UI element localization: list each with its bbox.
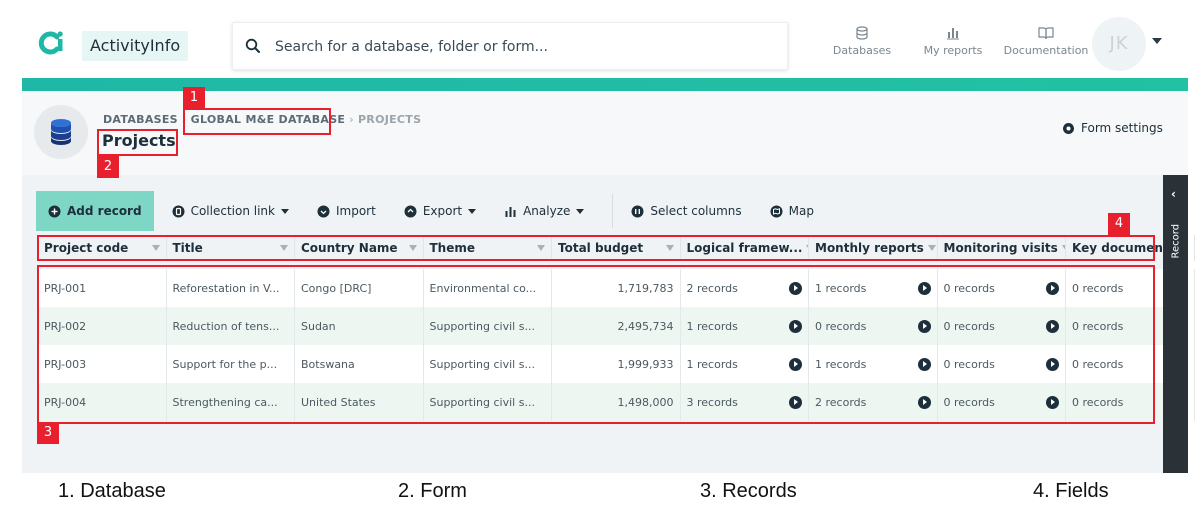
form-settings-label: Form settings bbox=[1081, 121, 1163, 135]
annotation-tag-2: 2 bbox=[97, 156, 119, 178]
chevron-down-icon bbox=[280, 208, 289, 214]
user-avatar[interactable]: JK bbox=[1092, 17, 1146, 71]
chevron-left-icon[interactable]: ‹ bbox=[1171, 187, 1176, 201]
select-columns-button[interactable]: Select columns bbox=[631, 204, 742, 218]
analyze-label: Analyze bbox=[523, 204, 571, 218]
columns-icon bbox=[631, 205, 644, 217]
map-icon bbox=[770, 205, 783, 217]
nav-databases-label: Databases bbox=[832, 44, 892, 57]
plus-circle-icon bbox=[48, 205, 61, 217]
export-button[interactable]: Export bbox=[404, 204, 477, 218]
add-record-button[interactable]: Add record bbox=[36, 191, 154, 231]
caption-database: 1. Database bbox=[58, 480, 166, 502]
search-input[interactable] bbox=[275, 35, 775, 59]
collection-link-button[interactable]: Collection link bbox=[172, 204, 289, 218]
annotation-box-records bbox=[37, 265, 1155, 424]
breadcrumb-databases[interactable]: DATABASES bbox=[103, 113, 178, 126]
form-settings-button[interactable]: Form settings bbox=[1062, 121, 1163, 135]
caption-fields: 4. Fields bbox=[1033, 480, 1109, 502]
export-label: Export bbox=[422, 204, 463, 218]
map-label: Map bbox=[788, 204, 814, 218]
bar-chart-icon bbox=[505, 206, 516, 217]
annotation-box-database bbox=[183, 108, 331, 135]
analyze-button[interactable]: Analyze bbox=[504, 204, 585, 218]
annotation-box-form bbox=[97, 129, 178, 156]
record-side-panel[interactable]: ‹ Record bbox=[1163, 175, 1188, 473]
link-icon bbox=[172, 205, 185, 217]
add-record-label: Add record bbox=[67, 204, 142, 218]
breadcrumb-projects: PROJECTS bbox=[357, 113, 422, 126]
map-button[interactable]: Map bbox=[770, 204, 814, 218]
nav-documentation-label: Documentation bbox=[1003, 44, 1089, 57]
annotation-box-fields bbox=[37, 235, 1155, 261]
database-stack-icon bbox=[51, 119, 71, 145]
annotation-tag-4: 4 bbox=[1108, 213, 1130, 235]
nav-my-reports[interactable]: My reports bbox=[917, 26, 989, 57]
chevron-down-icon bbox=[576, 208, 585, 214]
import-icon bbox=[317, 205, 330, 217]
search-bar[interactable] bbox=[232, 22, 788, 70]
breadcrumb-separator-icon: › bbox=[349, 113, 354, 126]
database-icon bbox=[856, 26, 868, 40]
annotation-tag-1: 1 bbox=[183, 87, 205, 109]
record-panel-label: Record bbox=[1170, 223, 1182, 259]
chevron-down-icon bbox=[468, 208, 477, 214]
toolbar-divider bbox=[612, 194, 614, 228]
select-columns-label: Select columns bbox=[650, 204, 742, 218]
gear-icon bbox=[1063, 122, 1074, 134]
import-label: Import bbox=[335, 204, 376, 218]
bar-chart-icon bbox=[947, 28, 959, 40]
brand-name[interactable]: ActivityInfo bbox=[82, 31, 189, 61]
nav-documentation[interactable]: Documentation bbox=[1000, 26, 1092, 57]
search-icon bbox=[245, 38, 260, 53]
book-icon bbox=[1038, 27, 1054, 40]
export-icon bbox=[404, 205, 417, 217]
import-button[interactable]: Import bbox=[317, 204, 376, 218]
caption-form: 2. Form bbox=[398, 480, 467, 502]
nav-databases[interactable]: Databases bbox=[827, 26, 897, 57]
nav-my-reports-label: My reports bbox=[923, 44, 983, 57]
annotation-captions: 1. Database 2. Form 3. Records 4. Fields bbox=[0, 478, 1203, 508]
activityinfo-logo-icon[interactable] bbox=[36, 28, 66, 58]
annotation-tag-3: 3 bbox=[37, 422, 59, 444]
database-avatar bbox=[34, 105, 88, 159]
caption-records: 3. Records bbox=[700, 480, 797, 502]
user-menu-chevron-down-icon[interactable] bbox=[1152, 38, 1162, 44]
collection-link-label: Collection link bbox=[190, 204, 275, 218]
app-header: ActivityInfo Databases My reports Docume… bbox=[22, 0, 1188, 78]
table-toolbar: Add record Collection link Import Export… bbox=[36, 191, 842, 231]
